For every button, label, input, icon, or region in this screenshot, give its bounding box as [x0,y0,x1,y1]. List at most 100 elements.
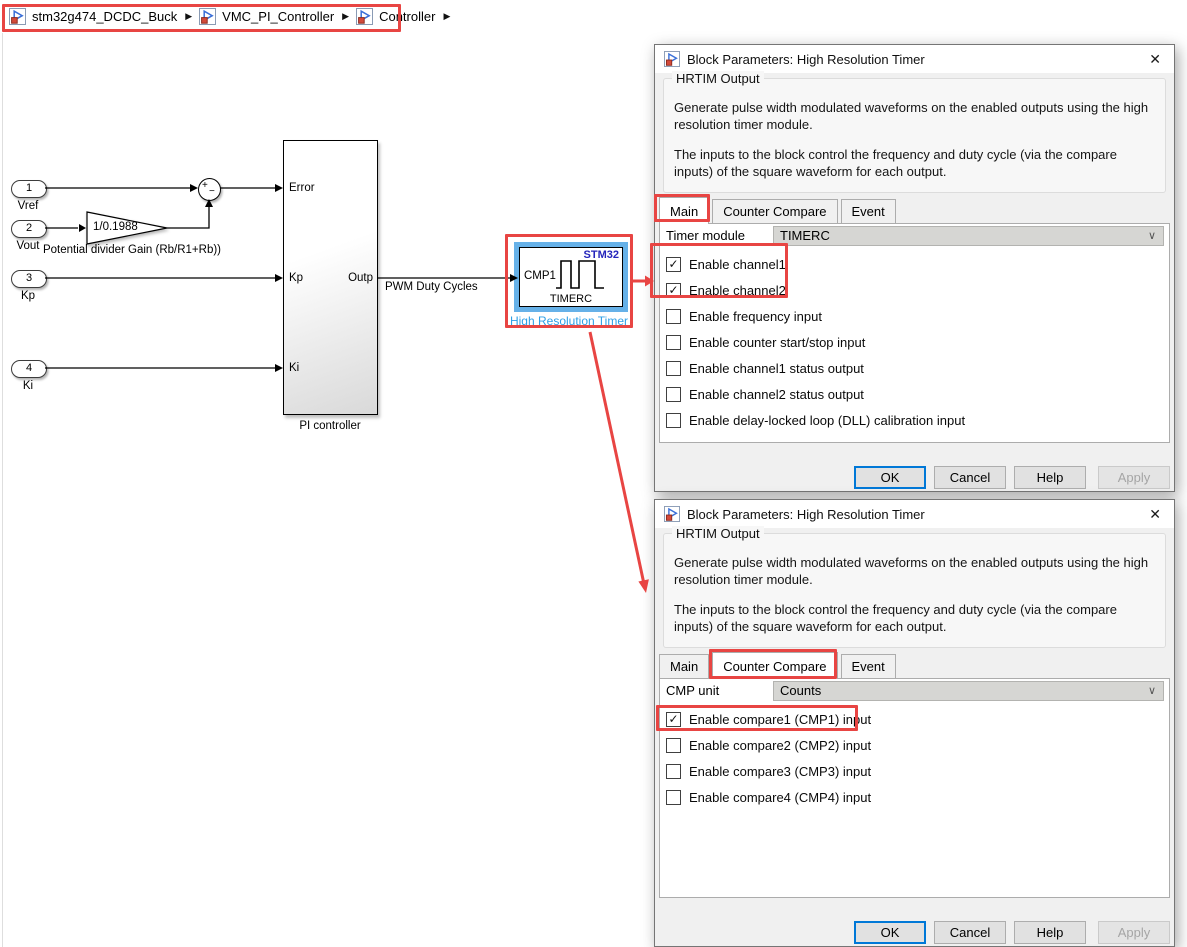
checkbox-list: ✓ Enable compare1 (CMP1) input Enable co… [660,706,1169,810]
row-enable-channel2-status-output: Enable channel2 status output [660,381,1169,407]
description-paragraph: Generate pulse width modulated waveforms… [664,554,1165,588]
inport-kp-label: Kp [0,290,58,302]
checkbox-enable-frequency-input[interactable] [666,309,681,324]
dialog-title: Block Parameters: High Resolution Timer [687,507,1138,522]
block-parameters-dialog-counter-compare: Block Parameters: High Resolution Timer … [654,499,1175,947]
cmp-unit-label: CMP unit [666,679,719,703]
hrt-block-name: High Resolution Timer [503,314,635,328]
inport-ki[interactable]: 4 [11,360,47,378]
checkbox-label: Enable channel2 [689,283,786,298]
cancel-button[interactable]: Cancel [934,466,1006,489]
cmp-unit-row: CMP unit Counts ∨ [660,679,1169,704]
tab-main[interactable]: Main [659,197,709,224]
checkbox-enable-channel2-status-output[interactable] [666,387,681,402]
timer-module-dropdown[interactable]: TIMERC ∨ [773,226,1164,246]
checkbox-enable-channel1[interactable]: ✓ [666,257,681,272]
checkbox-label: Enable counter start/stop input [689,335,865,350]
breadcrumb-separator-icon[interactable]: ▶ [443,11,450,22]
hrt-port-cmp1: CMP1 [524,270,556,282]
signal-label-pwm-duty-cycles: PWM Duty Cycles [385,281,478,293]
apply-button: Apply [1098,466,1170,489]
breadcrumb-separator-icon[interactable]: ▶ [185,11,192,22]
description-paragraph: The inputs to the block control the freq… [664,601,1165,635]
breadcrumb: stm32g474_DCDC_Buck ▶ VMC_PI_Controller … [0,0,1187,33]
subsystem-icon [9,8,26,25]
row-enable-dll-calibration-input: Enable delay-locked loop (DLL) calibrati… [660,407,1169,433]
tab-pane-counter-compare: CMP unit Counts ∨ ✓ Enable compare1 (CMP… [659,678,1170,898]
gain-label: Potential divider Gain (Rb/R1+Rb)) [37,244,227,256]
tab-pane-main: Timer module TIMERC ∨ ✓ Enable channel1 … [659,223,1170,443]
breadcrumb-label[interactable]: VMC_PI_Controller [222,9,334,24]
checkbox-enable-counter-start-stop-input[interactable] [666,335,681,350]
breadcrumb-item-model[interactable]: stm32g474_DCDC_Buck ▶ [9,8,192,25]
checkbox-enable-channel2[interactable]: ✓ [666,283,681,298]
inport-vref-label: Vref [0,200,58,212]
description-paragraph: Generate pulse width modulated waveforms… [664,99,1165,133]
breadcrumb-item-vmc-pi-controller[interactable]: VMC_PI_Controller ▶ [199,8,349,25]
dialog-titlebar[interactable]: Block Parameters: High Resolution Timer … [655,45,1174,73]
checkbox-label: Enable compare4 (CMP4) input [689,790,871,805]
hrtim-output-groupbox: HRTIM Output Generate pulse width modula… [663,78,1166,193]
sum-plus-sign: + [202,180,208,191]
pi-controller-block[interactable]: Error Kp Ki Outp [283,140,378,415]
pi-port-outp: Outp [348,272,373,284]
hrtim-output-groupbox: HRTIM Output Generate pulse width modula… [663,533,1166,648]
tab-event[interactable]: Event [841,654,896,678]
tab-counter-compare[interactable]: Counter Compare [712,652,837,679]
tab-event[interactable]: Event [841,199,896,223]
close-icon[interactable]: ✕ [1145,51,1165,68]
subsystem-icon [199,8,216,25]
pi-controller-label: PI controller [270,420,390,432]
ok-button[interactable]: OK [854,466,926,489]
block-parameters-icon [664,506,680,522]
chevron-down-icon: ∨ [1148,682,1156,700]
breadcrumb-label[interactable]: stm32g474_DCDC_Buck [32,9,177,24]
row-enable-frequency-input: Enable frequency input [660,303,1169,329]
tab-main[interactable]: Main [659,654,709,678]
dialog-titlebar[interactable]: Block Parameters: High Resolution Timer … [655,500,1174,528]
pi-port-kp: Kp [289,272,303,284]
row-enable-compare2-input: Enable compare2 (CMP2) input [660,732,1169,758]
checkbox-enable-compare1-input[interactable]: ✓ [666,712,681,727]
row-enable-compare4-input: Enable compare4 (CMP4) input [660,784,1169,810]
checkbox-enable-dll-calibration-input[interactable] [666,413,681,428]
dialog-title: Block Parameters: High Resolution Timer [687,52,1138,67]
breadcrumb-item-controller[interactable]: Controller ▶ [356,8,450,25]
hrt-selection-frame[interactable]: STM32 CMP1 TIMERC [514,242,628,312]
checkbox-label: Enable compare3 (CMP3) input [689,764,871,779]
close-icon[interactable]: ✕ [1145,506,1165,523]
timer-module-label: Timer module [666,224,745,248]
square-wave-icon [554,254,616,294]
sum-block[interactable]: + − [198,178,221,201]
block-parameters-dialog-main: Block Parameters: High Resolution Timer … [654,44,1175,492]
apply-button: Apply [1098,921,1170,944]
ok-button[interactable]: OK [854,921,926,944]
row-enable-channel2: ✓ Enable channel2 [660,277,1169,303]
tab-bar: Main Counter Compare Event [659,196,899,223]
checkbox-list: ✓ Enable channel1 ✓ Enable channel2 Enab… [660,251,1169,433]
checkbox-enable-compare3-input[interactable] [666,764,681,779]
dialog-footer: OK Cancel Help Apply [854,921,1170,944]
inport-vout[interactable]: 2 [11,220,47,238]
help-button[interactable]: Help [1014,921,1086,944]
checkbox-enable-compare2-input[interactable] [666,738,681,753]
inport-ki-label: Ki [0,380,58,392]
breadcrumb-label[interactable]: Controller [379,9,435,24]
checkbox-label: Enable delay-locked loop (DLL) calibrati… [689,413,965,428]
inport-kp[interactable]: 3 [11,270,47,288]
dialog-footer: OK Cancel Help Apply [854,466,1170,489]
tab-bar: Main Counter Compare Event [659,651,899,678]
row-enable-compare1-input: ✓ Enable compare1 (CMP1) input [660,706,1169,732]
checkbox-enable-channel1-status-output[interactable] [666,361,681,376]
gain-value: 1/0.1988 [93,221,138,233]
timer-module-row: Timer module TIMERC ∨ [660,224,1169,249]
breadcrumb-separator-icon[interactable]: ▶ [342,11,349,22]
tab-counter-compare[interactable]: Counter Compare [712,199,837,223]
checkbox-enable-compare4-input[interactable] [666,790,681,805]
inport-vref[interactable]: 1 [11,180,47,198]
cancel-button[interactable]: Cancel [934,921,1006,944]
help-button[interactable]: Help [1014,466,1086,489]
cmp-unit-dropdown[interactable]: Counts ∨ [773,681,1164,701]
high-resolution-timer-block[interactable]: STM32 CMP1 TIMERC [519,247,623,307]
description-paragraph: The inputs to the block control the freq… [664,146,1165,180]
